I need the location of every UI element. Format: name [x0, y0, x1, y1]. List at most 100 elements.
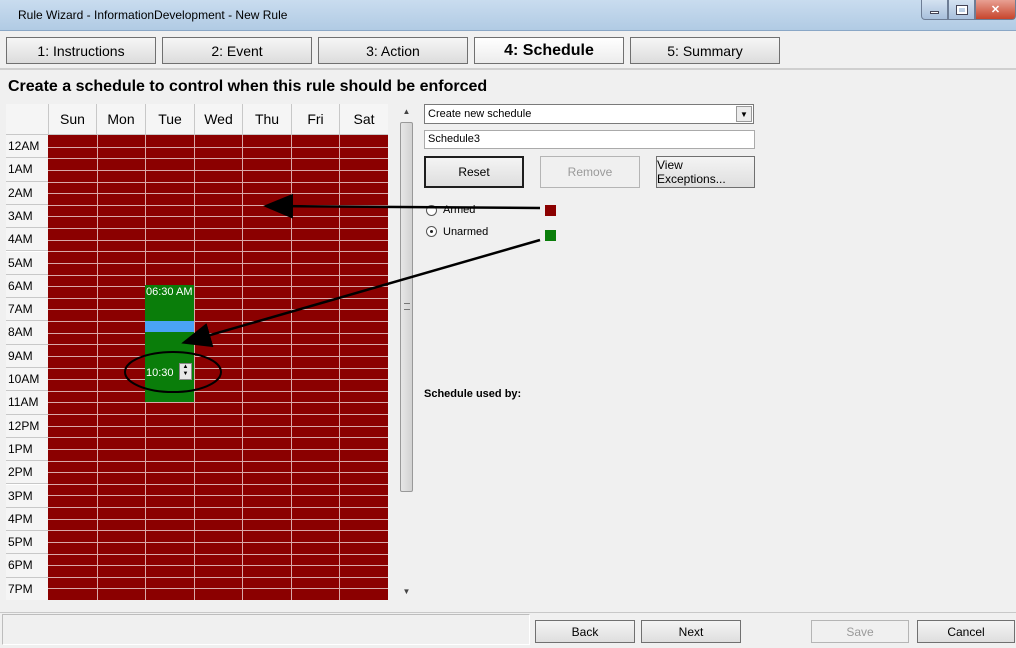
day-header-sat: Sat	[339, 104, 388, 135]
grid-row-line	[48, 495, 388, 497]
tab-schedule[interactable]: 4: Schedule	[474, 37, 624, 64]
tab-action[interactable]: 3: Action	[318, 37, 468, 64]
hour-label: 11AM	[6, 391, 48, 415]
grid-row-line	[48, 193, 388, 195]
grid-row-line	[48, 158, 388, 160]
day-header-fri: Fri	[291, 104, 339, 135]
grid-row-line	[48, 448, 388, 450]
unarmed-radio[interactable]	[426, 226, 437, 237]
spin-up-icon[interactable]: ▲	[180, 364, 191, 371]
scroll-up-icon[interactable]: ▲	[398, 104, 415, 120]
hour-label: 4AM	[6, 228, 48, 252]
schedule-select-value: Create new schedule	[428, 108, 532, 120]
hour-label: 2PM	[6, 461, 48, 485]
tab-label: 2: Event	[211, 42, 263, 59]
grid-row-line	[48, 565, 388, 567]
tab-summary[interactable]: 5: Summary	[630, 37, 780, 64]
day-header-wed: Wed	[194, 104, 242, 135]
status-panel	[2, 614, 530, 645]
grid-row-line	[48, 483, 388, 485]
hour-label: 10AM	[6, 368, 48, 392]
hour-label: 6AM	[6, 274, 48, 299]
grid-row-line	[48, 274, 388, 276]
save-button[interactable]: Save	[811, 620, 909, 643]
grid-row-line	[48, 262, 388, 264]
scroll-thumb[interactable]	[400, 122, 413, 492]
schedule-cells[interactable]: 06:30 AM 10:30 ▲ ▼	[48, 135, 388, 600]
maximize-icon	[955, 4, 968, 15]
grip-icon	[404, 303, 410, 310]
grid-row-line	[48, 344, 388, 346]
view-exceptions-button[interactable]: View Exceptions...	[656, 156, 755, 188]
schedule-name-input[interactable]: Schedule3	[424, 130, 755, 149]
grid-row-line	[48, 530, 388, 532]
tab-instructions[interactable]: 1: Instructions	[6, 37, 156, 64]
grid-row-line	[48, 204, 388, 206]
grid-row-line	[48, 228, 388, 229]
armed-radio[interactable]	[426, 205, 437, 216]
armed-label: Armed	[443, 204, 476, 216]
grid-scrollbar[interactable]: ▲ ▼	[398, 104, 415, 600]
unarmed-block[interactable]	[145, 285, 194, 402]
reset-button[interactable]: Reset	[424, 156, 524, 188]
grid-row-line	[48, 414, 388, 415]
selection-start-label: 06:30 AM	[146, 286, 193, 298]
scroll-down-icon[interactable]: ▼	[398, 584, 415, 600]
grid-row-line	[48, 309, 388, 311]
hour-label: 1PM	[6, 437, 48, 462]
page-heading: Create a schedule to control when this r…	[8, 78, 488, 95]
corner-header	[6, 104, 48, 135]
hour-label: 12AM	[6, 135, 48, 159]
hour-label: 12PM	[6, 414, 48, 438]
end-time-spinner[interactable]: ▲ ▼	[179, 363, 192, 380]
spin-down-icon[interactable]: ▼	[180, 371, 191, 378]
selected-half-hour[interactable]	[145, 321, 194, 332]
grid-row-line	[48, 460, 388, 462]
hour-label: 1AM	[6, 158, 48, 182]
grid-row-line	[48, 321, 388, 322]
grid-row-line	[48, 355, 388, 357]
grid-row-line	[48, 588, 388, 590]
next-button[interactable]: Next	[641, 620, 741, 643]
hour-label: 8AM	[6, 321, 48, 345]
grid-row-line	[48, 402, 388, 404]
hour-label: 6PM	[6, 554, 48, 578]
grid-row-line	[48, 239, 388, 241]
day-header-mon: Mon	[96, 104, 145, 135]
schedule-grid[interactable]: Sun Mon Tue Wed Thu Fri Sat 12AM 1AM 2AM…	[6, 104, 388, 600]
armed-swatch	[545, 205, 556, 216]
chevron-down-icon[interactable]: ▼	[736, 106, 752, 122]
minimize-icon	[930, 11, 939, 14]
unarmed-swatch	[545, 230, 556, 241]
grid-row-line	[48, 518, 388, 520]
grid-row-line	[48, 332, 388, 334]
tab-label: 5: Summary	[667, 42, 743, 59]
grid-row-line	[48, 541, 388, 543]
close-icon: ✕	[990, 4, 1001, 16]
grid-row-line	[48, 251, 388, 253]
grid-row-line	[48, 507, 388, 508]
close-button[interactable]: ✕	[975, 0, 1016, 20]
window-title: Rule Wizard - InformationDevelopment - N…	[18, 8, 288, 22]
schedule-select[interactable]: Create new schedule ▼	[424, 104, 754, 124]
hour-label: 3PM	[6, 484, 48, 508]
hour-label: 4PM	[6, 507, 48, 532]
hour-label: 9AM	[6, 344, 48, 368]
tab-label: 3: Action	[366, 42, 420, 59]
unarmed-label: Unarmed	[443, 226, 489, 238]
selection-end-label[interactable]: 10:30	[146, 367, 174, 379]
cancel-button[interactable]: Cancel	[917, 620, 1015, 643]
tab-divider	[0, 68, 1016, 70]
maximize-button[interactable]	[948, 0, 975, 20]
tab-event[interactable]: 2: Event	[162, 37, 312, 64]
remove-button[interactable]: Remove	[540, 156, 640, 188]
day-header-thu: Thu	[242, 104, 291, 135]
back-button[interactable]: Back	[535, 620, 635, 643]
hour-label: 5PM	[6, 531, 48, 555]
grid-row-line	[48, 576, 388, 578]
grid-row-line	[48, 472, 388, 474]
title-bar: Rule Wizard - InformationDevelopment - N…	[0, 0, 1016, 31]
grid-row-line	[48, 146, 388, 148]
grid-row-line	[48, 216, 388, 218]
minimize-button[interactable]	[921, 0, 948, 20]
